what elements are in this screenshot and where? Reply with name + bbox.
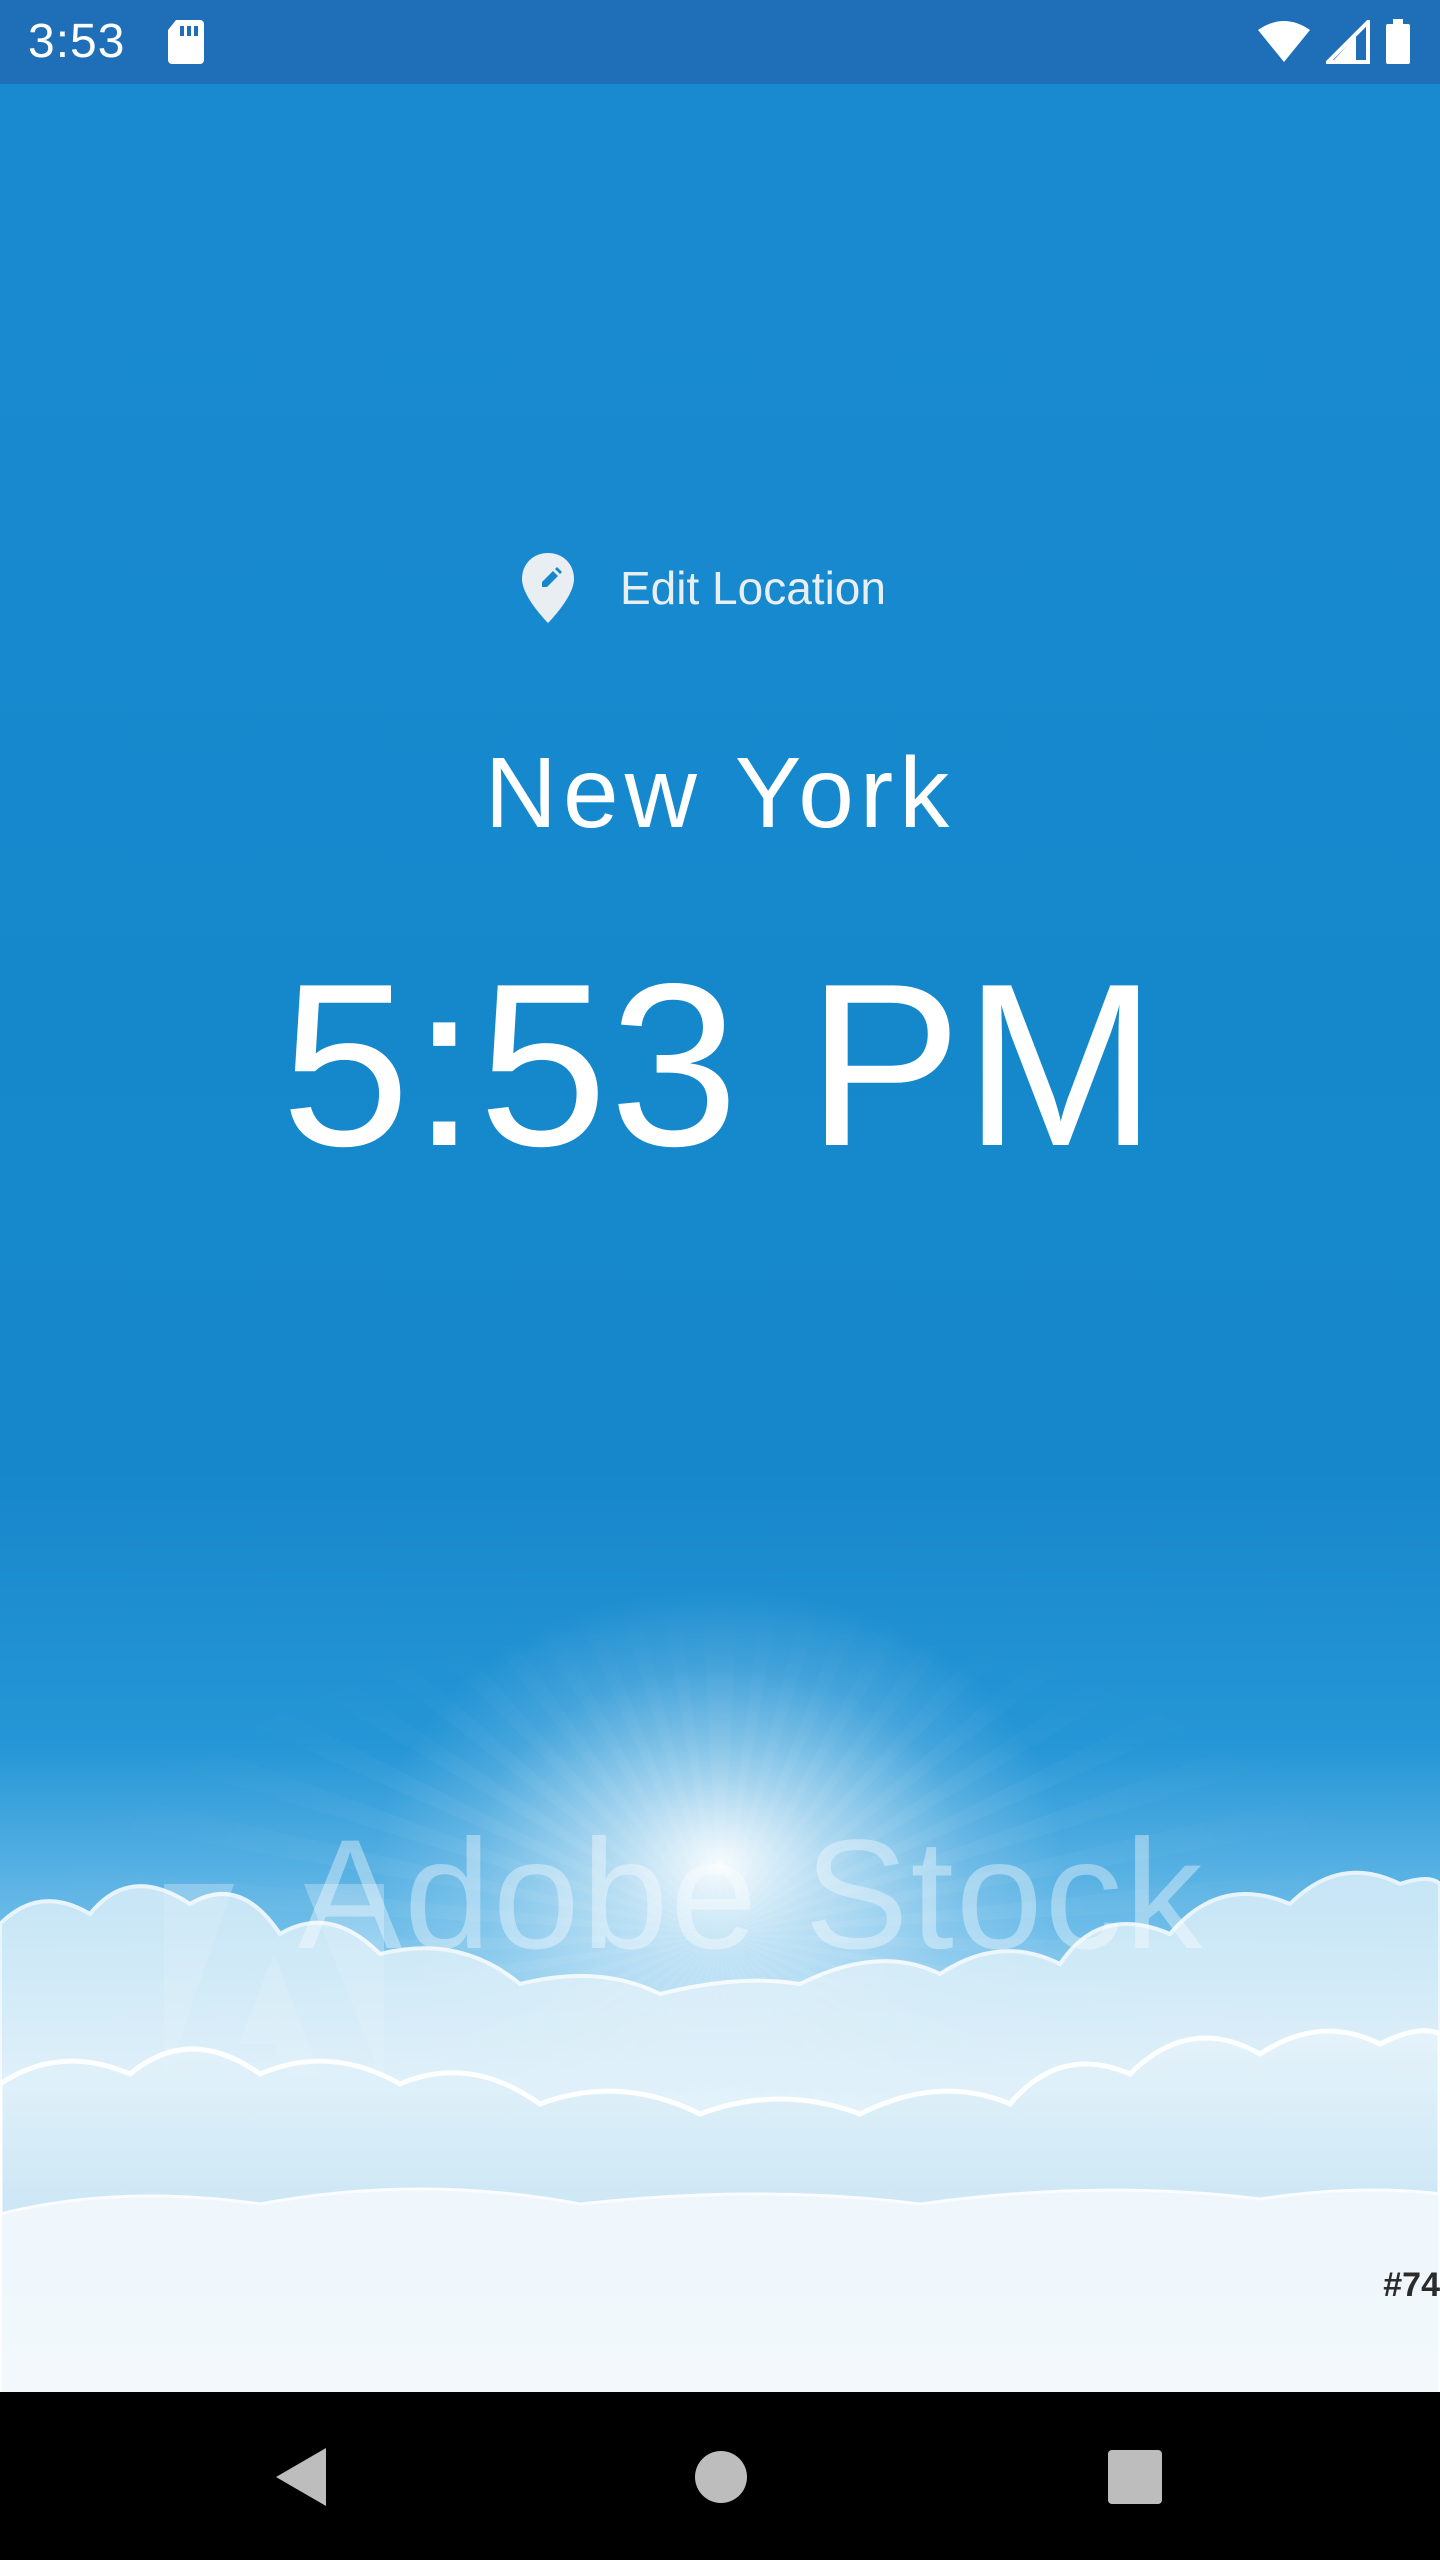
home-icon[interactable]	[686, 2442, 756, 2512]
edit-location-label: Edit Location	[620, 562, 886, 614]
app-screen: 3:53 Adobe Stock #74 Edit Location New Y…	[0, 0, 1440, 2560]
image-id-label: #74	[1383, 2266, 1440, 2304]
wifi-icon	[1258, 21, 1310, 62]
status-icons	[1256, 16, 1412, 68]
recents-icon[interactable]	[1100, 2442, 1170, 2512]
sky-background	[0, 84, 1440, 2392]
local-time: 5:53 PM	[281, 936, 1159, 1195]
back-icon[interactable]	[266, 2442, 336, 2512]
status-bar: 3:53	[0, 0, 1440, 84]
sd-card-icon	[168, 20, 204, 64]
navigation-bar	[0, 2392, 1440, 2560]
cell-signal-icon	[1326, 20, 1370, 64]
edit-location-icon	[522, 553, 574, 623]
watermark-text: Adobe Stock	[298, 1808, 1205, 1982]
edit-location-button[interactable]: Edit Location	[520, 548, 886, 628]
status-time: 3:53	[28, 15, 126, 68]
city-name: New York	[484, 737, 956, 849]
battery-icon	[1386, 19, 1410, 64]
